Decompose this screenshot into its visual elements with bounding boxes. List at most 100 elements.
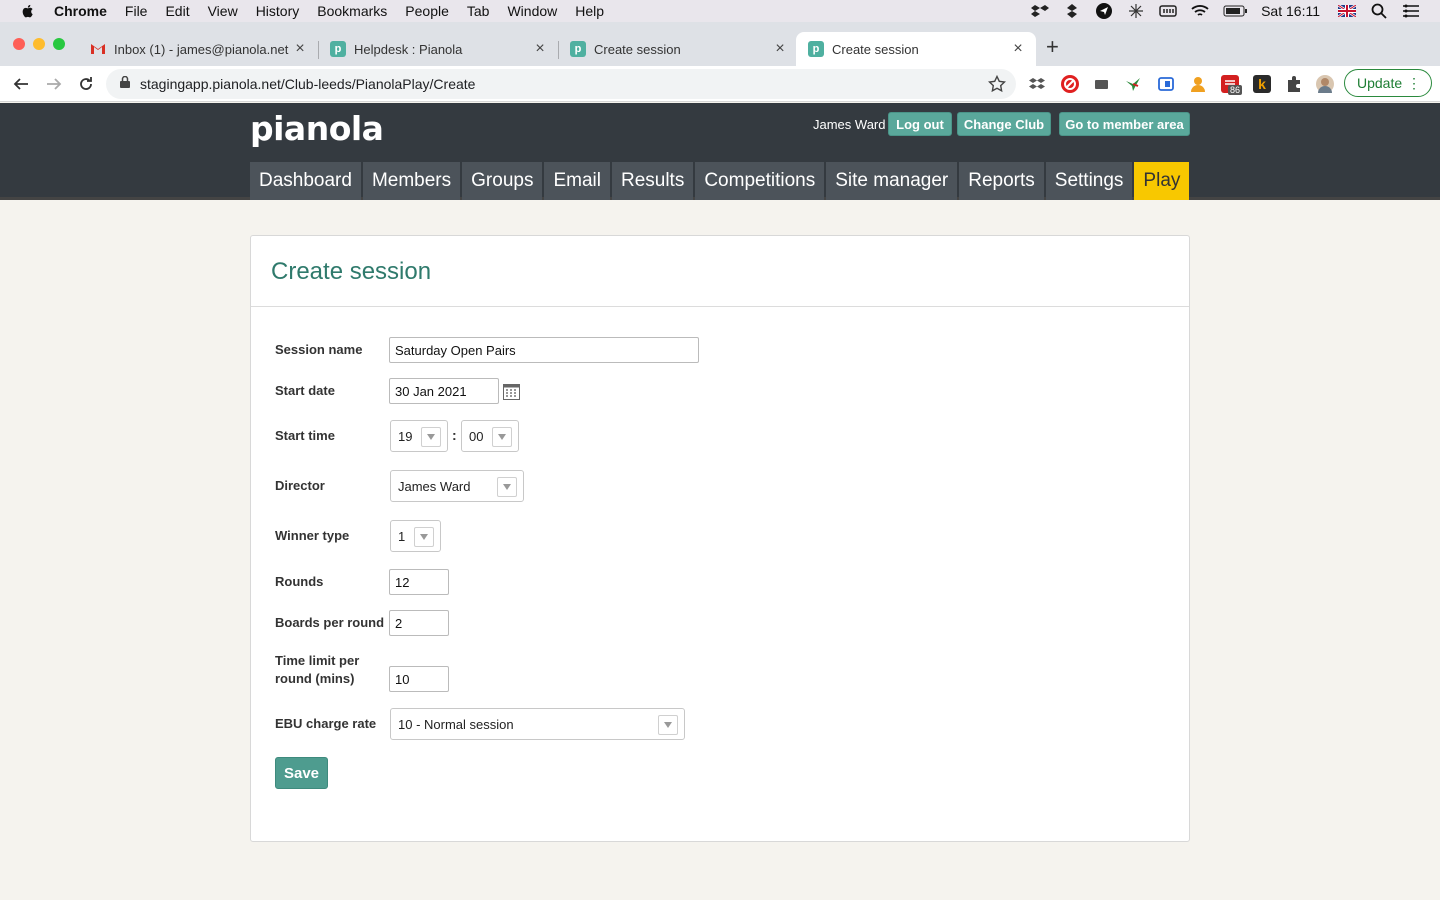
boards-per-round-label: Boards per round: [275, 615, 385, 630]
forward-button[interactable]: [43, 73, 65, 95]
puzzle-extensions-icon[interactable]: [1285, 75, 1303, 93]
adblock-extension-icon[interactable]: [1061, 75, 1079, 93]
ebu-charge-rate-select[interactable]: 10 - Normal session: [390, 708, 685, 740]
k-extension-icon[interactable]: k: [1253, 75, 1271, 93]
lock-icon[interactable]: [120, 75, 130, 93]
window-zoom-button[interactable]: [53, 38, 65, 50]
close-tab-icon[interactable]: ×: [530, 40, 550, 58]
time-limit-label-line1: Time limit per: [275, 653, 360, 668]
control-center-icon[interactable]: [1402, 4, 1420, 18]
nav-site-manager[interactable]: Site manager: [826, 162, 958, 200]
nav-members[interactable]: Members: [362, 162, 461, 200]
wifi-icon[interactable]: [1191, 4, 1209, 18]
nav-play[interactable]: Play: [1134, 162, 1190, 200]
rounds-input[interactable]: 12: [389, 569, 449, 595]
panel-divider: [251, 306, 1189, 307]
camera-extension-icon[interactable]: [1093, 75, 1111, 93]
menu-file[interactable]: File: [125, 3, 148, 19]
window-close-button[interactable]: [13, 38, 25, 50]
menu-help[interactable]: Help: [575, 3, 604, 19]
chevron-down-icon[interactable]: [492, 427, 512, 447]
session-name-input[interactable]: Saturday Open Pairs: [389, 337, 699, 363]
menu-clock[interactable]: Sat 16:11: [1261, 3, 1320, 19]
ebu-charge-rate-label: EBU charge rate: [275, 716, 377, 731]
reload-button[interactable]: [75, 73, 97, 95]
dropbox-extension-icon[interactable]: [1028, 75, 1046, 93]
start-minute-select[interactable]: 00: [461, 420, 519, 452]
nav-groups[interactable]: Groups: [462, 162, 543, 200]
battery-icon[interactable]: [1223, 4, 1248, 18]
start-minute-value: 00: [469, 428, 484, 444]
pianola-icon: p: [570, 41, 586, 57]
navigation-icon[interactable]: [1095, 3, 1113, 19]
browser-tab-strip: Inbox (1) - james@pianola.net × p Helpde…: [0, 22, 1440, 66]
boards-per-round-input[interactable]: 2: [389, 610, 449, 636]
nav-email[interactable]: Email: [544, 162, 610, 200]
pianola-logo[interactable]: pianola: [250, 109, 384, 148]
pianola-icon: p: [808, 41, 824, 57]
start-time-label: Start time: [275, 428, 335, 443]
log-out-button[interactable]: Log out: [888, 112, 952, 136]
dropbox-secondary-icon[interactable]: [1063, 4, 1081, 18]
spotlight-search-icon[interactable]: [1370, 3, 1388, 19]
network-icon[interactable]: [1127, 4, 1145, 18]
menu-view[interactable]: View: [208, 3, 238, 19]
memory-icon[interactable]: [1159, 4, 1177, 18]
tab-title: Create session: [832, 41, 919, 57]
winner-type-select[interactable]: 1: [390, 520, 441, 552]
chevron-down-icon[interactable]: [497, 477, 517, 497]
menu-people[interactable]: People: [405, 3, 449, 19]
close-tab-icon[interactable]: ×: [1008, 40, 1028, 58]
start-date-input[interactable]: 30 Jan 2021: [389, 378, 499, 404]
save-button[interactable]: Save: [275, 757, 328, 789]
uk-flag-icon[interactable]: [1338, 4, 1356, 18]
rounds-label: Rounds: [275, 574, 324, 589]
chevron-down-icon[interactable]: [421, 427, 441, 447]
menu-window[interactable]: Window: [507, 3, 557, 19]
close-tab-icon[interactable]: ×: [770, 40, 790, 58]
gmail-icon: [90, 41, 106, 57]
bird-extension-icon[interactable]: [1124, 75, 1142, 93]
menu-edit[interactable]: Edit: [165, 3, 189, 19]
winner-type-label: Winner type: [275, 528, 350, 543]
chevron-down-icon[interactable]: [658, 715, 678, 735]
apple-icon[interactable]: [20, 3, 36, 19]
member-area-button[interactable]: Go to member area: [1059, 112, 1190, 136]
time-limit-input[interactable]: 10: [389, 666, 449, 692]
menu-history[interactable]: History: [256, 3, 300, 19]
winner-type-value: 1: [398, 528, 406, 544]
nav-results[interactable]: Results: [611, 162, 694, 200]
chrome-update-button[interactable]: Update ⋮: [1344, 69, 1432, 97]
director-label: Director: [275, 478, 325, 493]
close-tab-icon[interactable]: ×: [290, 40, 310, 58]
director-select[interactable]: James Ward: [390, 470, 524, 502]
back-button[interactable]: [10, 73, 32, 95]
tab-manager-extension-icon[interactable]: [1157, 75, 1175, 93]
user-extension-icon[interactable]: [1189, 75, 1207, 93]
bookmark-star-icon[interactable]: [987, 74, 1007, 98]
start-hour-value: 19: [398, 428, 413, 444]
calendar-icon[interactable]: [503, 384, 520, 405]
menu-tab[interactable]: Tab: [467, 3, 490, 19]
nav-reports[interactable]: Reports: [959, 162, 1044, 200]
nav-competitions[interactable]: Competitions: [695, 162, 825, 200]
tab-helpdesk[interactable]: p Helpdesk : Pianola ×: [318, 32, 558, 66]
nav-settings[interactable]: Settings: [1045, 162, 1133, 200]
tab-gmail[interactable]: Inbox (1) - james@pianola.net ×: [78, 32, 318, 66]
url-text[interactable]: stagingapp.pianola.net/Club-leeds/Pianol…: [140, 76, 475, 92]
new-tab-button[interactable]: +: [1046, 34, 1059, 60]
dropbox-icon[interactable]: [1031, 4, 1050, 18]
chevron-down-icon[interactable]: [414, 527, 434, 547]
nav-dashboard[interactable]: Dashboard: [250, 162, 361, 200]
more-menu-icon[interactable]: ⋮: [1407, 75, 1421, 91]
window-minimize-button[interactable]: [33, 38, 45, 50]
start-hour-select[interactable]: 19: [390, 420, 448, 452]
address-bar[interactable]: stagingapp.pianola.net/Club-leeds/Pianol…: [106, 69, 1016, 99]
tab-create-session-active[interactable]: p Create session ×: [796, 32, 1036, 66]
change-club-button[interactable]: Change Club: [957, 112, 1051, 136]
menu-bookmarks[interactable]: Bookmarks: [317, 3, 387, 19]
time-limit-label-line2: round (mins): [275, 671, 355, 686]
profile-avatar-icon[interactable]: [1316, 75, 1334, 93]
menu-app-name[interactable]: Chrome: [54, 3, 107, 19]
tab-create-session-1[interactable]: p Create session ×: [558, 32, 798, 66]
